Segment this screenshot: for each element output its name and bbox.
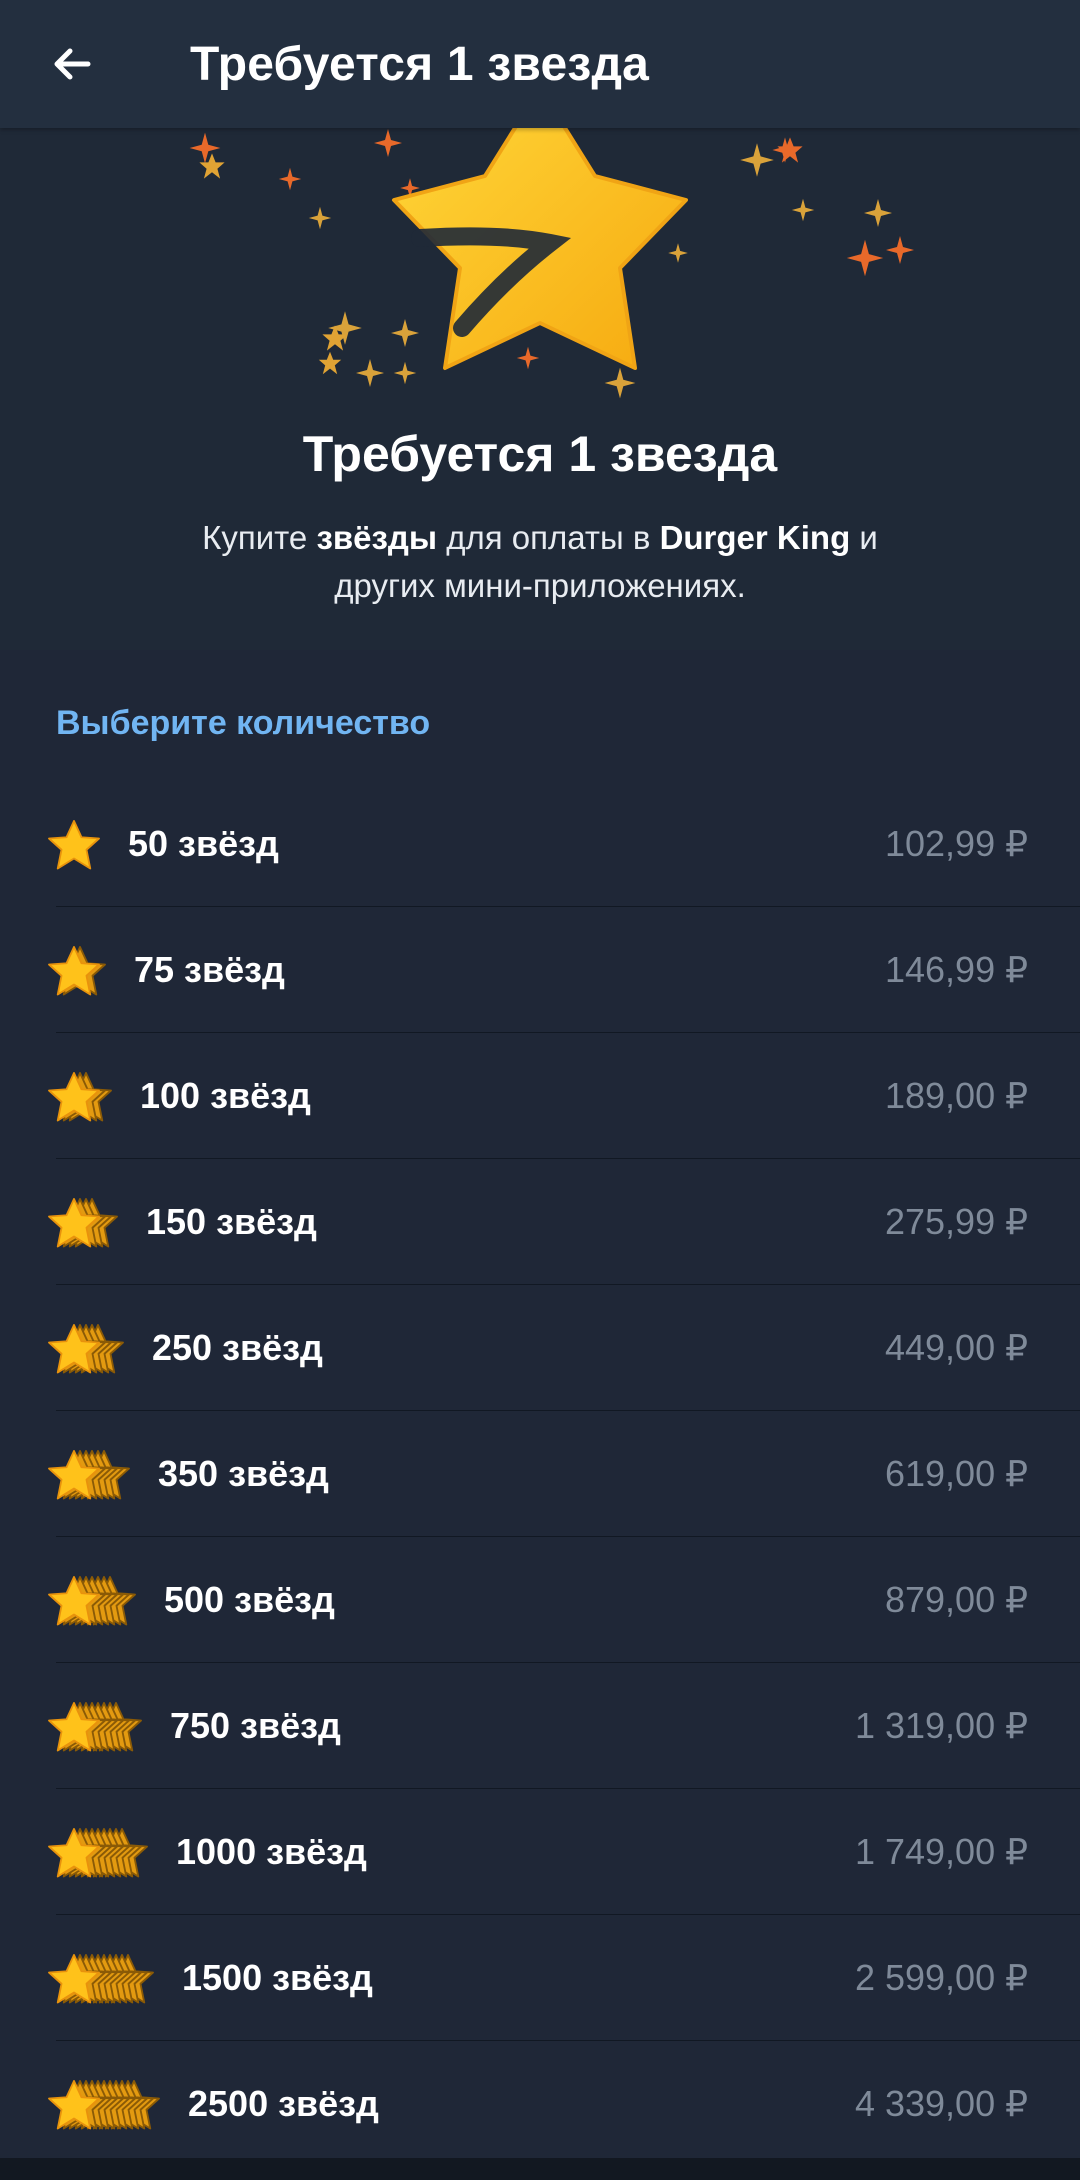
- star-option-price: 879,00 ₽: [884, 1579, 1028, 1620]
- star-option-row[interactable]: 1000 звёзд 1 749,00 ₽: [0, 1789, 1080, 1915]
- section-label: Выберите количество: [56, 704, 431, 742]
- star-option-row[interactable]: 500 звёзд 879,00 ₽: [0, 1537, 1080, 1663]
- hero-title: Требуется 1 звезда: [302, 426, 778, 482]
- star-option-row[interactable]: 750 звёзд 1 319,00 ₽: [0, 1663, 1080, 1789]
- star-option-label: 100 звёзд: [140, 1075, 311, 1116]
- star-option-price: 619,00 ₽: [884, 1453, 1028, 1494]
- star-option-row[interactable]: 75 звёзд 146,99 ₽: [0, 907, 1080, 1033]
- hero-banner: Требуется 1 звезда Купите звёзды для опл…: [0, 128, 1080, 650]
- star-option-price: 146,99 ₽: [884, 949, 1028, 990]
- star-stack-icon: [48, 1198, 118, 1248]
- star-option-label: 350 звёзд: [158, 1453, 329, 1494]
- star-stack-icon: [48, 820, 100, 870]
- star-option-label: 1500 звёзд: [182, 1957, 373, 1998]
- star-option-row[interactable]: 50 звёзд 102,99 ₽: [0, 781, 1080, 907]
- telegram-star-icon: [392, 128, 688, 370]
- star-option-label: 2500 звёзд: [188, 2083, 379, 2124]
- star-stack-icon: [48, 1702, 142, 1752]
- star-option-price: 4 339,00 ₽: [854, 2083, 1028, 2124]
- star-stack-icon: [48, 2080, 160, 2130]
- star-option-label: 150 звёзд: [146, 1201, 317, 1242]
- star-option-label: 75 звёзд: [134, 949, 285, 990]
- star-stack-icon: [48, 1450, 130, 1500]
- star-option-label: 500 звёзд: [164, 1579, 335, 1620]
- star-option-price: 2 599,00 ₽: [854, 1957, 1028, 1998]
- star-stack-icon: [48, 946, 106, 996]
- page-title: Требуется 1 звезда: [190, 37, 650, 91]
- bottom-edge: [0, 2158, 1080, 2180]
- star-option-label: 250 звёзд: [152, 1327, 323, 1368]
- star-stack-icon: [48, 1072, 112, 1122]
- star-option-price: 275,99 ₽: [884, 1201, 1028, 1242]
- star-options-list: 50 звёзд 102,99 ₽ 75 звёзд 146,99 ₽ 100 звёз…: [0, 781, 1080, 2167]
- hero-description: Купите звёзды для оплаты в Durger King и…: [202, 519, 878, 604]
- star-option-label: 50 звёзд: [128, 823, 279, 864]
- star-option-row[interactable]: 1500 звёзд 2 599,00 ₽: [0, 1915, 1080, 2041]
- star-stack-icon: [48, 1576, 136, 1626]
- star-option-row[interactable]: 150 звёзд 275,99 ₽: [0, 1159, 1080, 1285]
- arrow-left-icon: [54, 48, 91, 80]
- back-button[interactable]: [32, 24, 112, 104]
- star-option-price: 1 749,00 ₽: [854, 1831, 1028, 1872]
- star-options-section: Выберите количество 50 звёзд 102,99 ₽ 75 з…: [0, 650, 1080, 2158]
- star-option-price: 189,00 ₽: [884, 1075, 1028, 1116]
- star-option-price: 1 319,00 ₽: [854, 1705, 1028, 1746]
- star-option-label: 750 звёзд: [170, 1705, 341, 1746]
- star-option-price: 102,99 ₽: [884, 823, 1028, 864]
- star-stack-icon: [48, 1954, 154, 2004]
- top-app-bar: Требуется 1 звезда: [0, 0, 1080, 128]
- star-stack-icon: [48, 1828, 148, 1878]
- star-stack-icon: [48, 1324, 124, 1374]
- star-option-price: 449,00 ₽: [884, 1327, 1028, 1368]
- star-option-label: 1000 звёзд: [176, 1831, 367, 1872]
- star-option-row[interactable]: 250 звёзд 449,00 ₽: [0, 1285, 1080, 1411]
- star-option-row[interactable]: 2500 звёзд 4 339,00 ₽: [0, 2041, 1080, 2167]
- star-option-row[interactable]: 350 звёзд 619,00 ₽: [0, 1411, 1080, 1537]
- star-option-row[interactable]: 100 звёзд 189,00 ₽: [0, 1033, 1080, 1159]
